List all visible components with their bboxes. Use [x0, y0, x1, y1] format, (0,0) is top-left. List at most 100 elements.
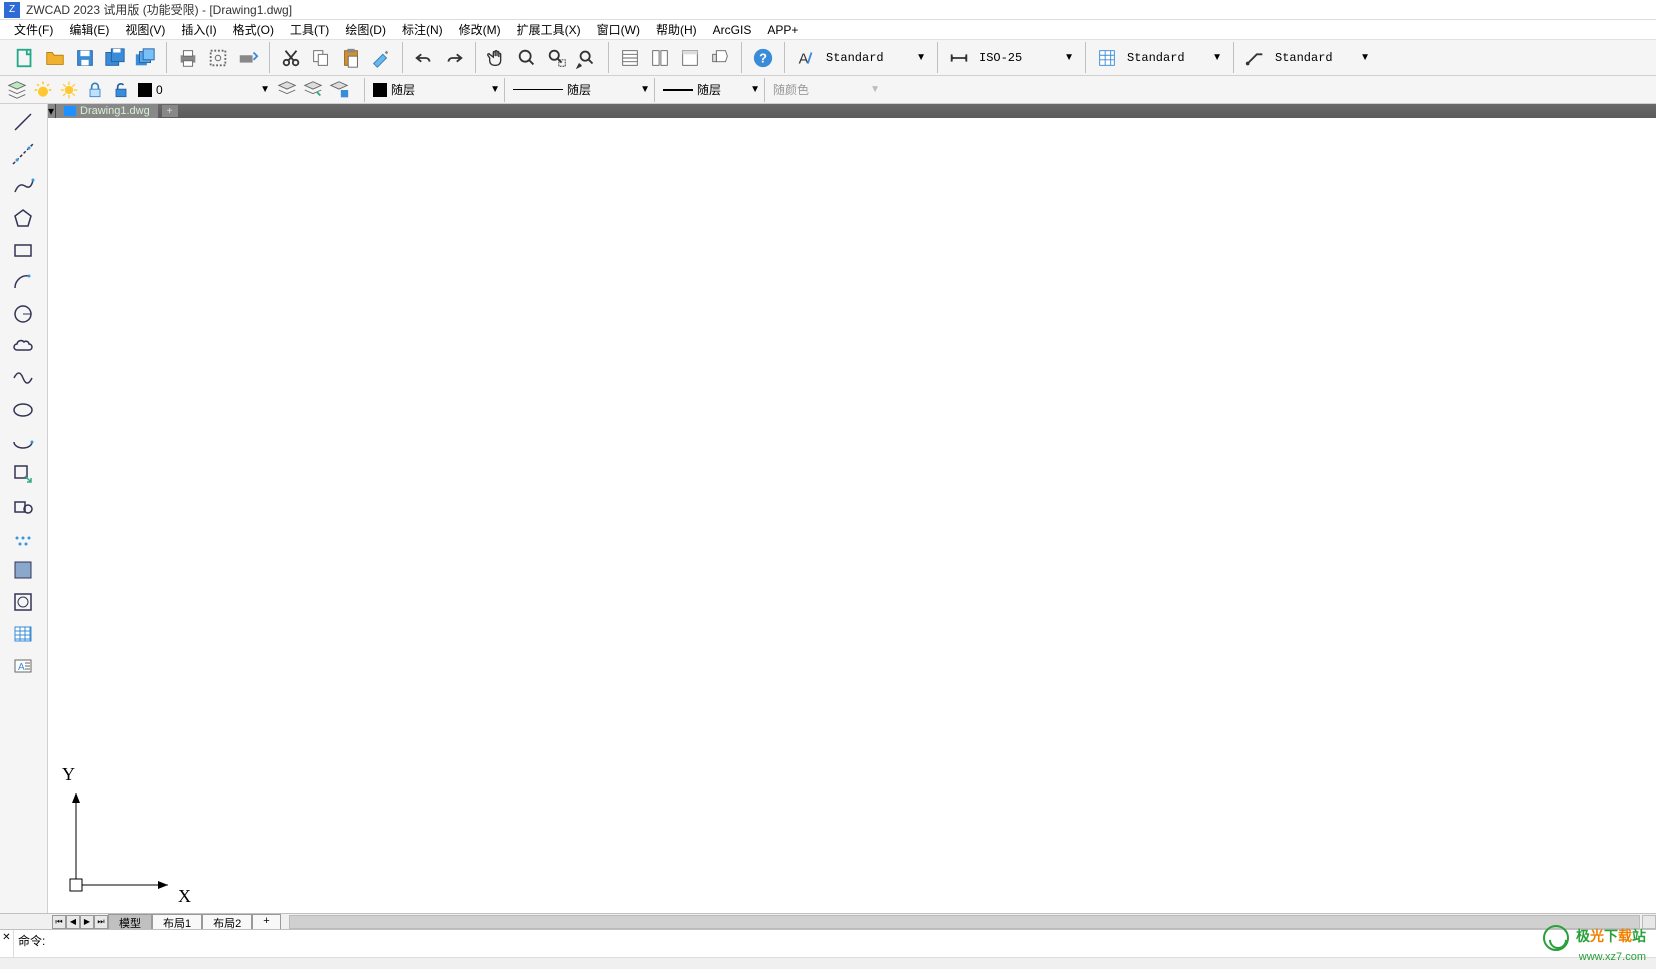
menu-app[interactable]: APP+ [761, 21, 804, 39]
color-combo[interactable]: 随层 ▼ [364, 78, 504, 102]
construction-line-button[interactable] [0, 138, 46, 170]
menu-draw[interactable]: 绘图(D) [339, 19, 392, 40]
cut-button[interactable] [276, 43, 306, 73]
tab-menu-button[interactable]: ▾ [48, 104, 56, 118]
print-preview-button[interactable] [203, 43, 233, 73]
layer-freeze-icon[interactable] [56, 77, 82, 103]
lineweight-combo[interactable]: 随层 ▼ [654, 78, 764, 102]
dropdown-icon: ▼ [916, 52, 926, 63]
saveall-button[interactable] [130, 43, 160, 73]
polygon-button[interactable] [0, 202, 46, 234]
layer-unlock-icon[interactable] [108, 77, 134, 103]
dim-style-combo[interactable]: ISO-25 ▼ [974, 48, 1079, 68]
table-style-icon[interactable] [1092, 43, 1122, 73]
nav-first-button[interactable]: ⏮ [52, 915, 66, 929]
tab-layout1[interactable]: 布局1 [152, 914, 202, 929]
ellipse-button[interactable] [0, 394, 46, 426]
command-close-button[interactable]: ✕ [0, 930, 14, 957]
revision-cloud-button[interactable] [0, 330, 46, 362]
menu-file[interactable]: 文件(F) [8, 19, 59, 40]
copy-button[interactable] [306, 43, 336, 73]
dim-style-icon[interactable] [944, 43, 974, 73]
layer-lock-icon[interactable] [82, 77, 108, 103]
paste-button[interactable] [336, 43, 366, 73]
drawing-canvas[interactable]: X Y [48, 118, 1656, 913]
undo-button[interactable] [409, 43, 439, 73]
publish-button[interactable] [233, 43, 263, 73]
menu-arcgis[interactable]: ArcGIS [707, 21, 758, 39]
mleader-style-icon[interactable] [1240, 43, 1270, 73]
layer-state-button[interactable] [300, 77, 326, 103]
tool-palettes-button[interactable] [675, 43, 705, 73]
hatch-button[interactable] [0, 554, 46, 586]
svg-text:?: ? [759, 50, 767, 65]
nav-prev-button[interactable]: ◀ [66, 915, 80, 929]
spline-button[interactable] [0, 362, 46, 394]
zoom-previous-button[interactable] [572, 43, 602, 73]
properties-button[interactable] [615, 43, 645, 73]
menu-help[interactable]: 帮助(H) [650, 19, 703, 40]
line-button[interactable] [0, 106, 46, 138]
open-button[interactable] [40, 43, 70, 73]
table-style-combo[interactable]: Standard ▼ [1122, 48, 1227, 68]
document-tab[interactable]: Drawing1.dwg [56, 104, 158, 118]
mtext-button[interactable]: A [0, 650, 46, 682]
text-style-icon[interactable]: A [791, 43, 821, 73]
match-properties-button[interactable] [366, 43, 396, 73]
tab-layout2[interactable]: 布局2 [202, 914, 252, 929]
menu-tools[interactable]: 工具(T) [284, 19, 335, 40]
mleader-style-combo[interactable]: Standard ▼ [1270, 48, 1375, 68]
make-block-button[interactable] [0, 490, 46, 522]
linetype-combo[interactable]: 随层 ▼ [504, 78, 654, 102]
circle-button[interactable] [0, 298, 46, 330]
command-input[interactable]: 命令: [14, 930, 1656, 957]
rectangle-button[interactable] [0, 234, 46, 266]
menu-modify[interactable]: 修改(M) [453, 19, 507, 40]
save-button[interactable] [70, 43, 100, 73]
point-button[interactable] [0, 522, 46, 554]
layer-combo[interactable]: 0 ▼ [134, 78, 274, 102]
arc-button[interactable] [0, 266, 46, 298]
title-bar: Z ZWCAD 2023 试用版 (功能受限) - [Drawing1.dwg] [0, 0, 1656, 20]
redo-button[interactable] [439, 43, 469, 73]
watermark-text: 极光下载站 [1576, 928, 1646, 944]
text-style-combo[interactable]: Standard ▼ [821, 48, 931, 68]
print-button[interactable] [173, 43, 203, 73]
insert-block-button[interactable] [0, 458, 46, 490]
color-swatch [373, 83, 387, 97]
gradient-button[interactable] [0, 586, 46, 618]
dropdown-icon: ▼ [870, 84, 880, 95]
new-tab-button[interactable]: + [162, 105, 178, 117]
menu-insert[interactable]: 插入(I) [175, 19, 222, 40]
nav-next-button[interactable]: ▶ [80, 915, 94, 929]
zoom-window-button[interactable] [542, 43, 572, 73]
command-prompt: 命令: [18, 934, 45, 948]
plotstyle-value: 随颜色 [773, 81, 809, 98]
layer-on-icon[interactable] [30, 77, 56, 103]
plotstyle-combo[interactable]: 随颜色 ▼ [764, 78, 884, 102]
standard-toolbar: ? A Standard ▼ ISO-25 ▼ Standard ▼ Stand… [0, 40, 1656, 76]
layer-walk-button[interactable] [326, 77, 352, 103]
zoom-button[interactable] [512, 43, 542, 73]
menu-window[interactable]: 窗口(W) [591, 19, 646, 40]
menu-dimension[interactable]: 标注(N) [396, 19, 449, 40]
tab-model[interactable]: 模型 [108, 914, 152, 929]
tab-add-layout[interactable]: + [252, 914, 280, 929]
menu-extend[interactable]: 扩展工具(X) [511, 19, 587, 40]
menu-edit[interactable]: 编辑(E) [63, 19, 115, 40]
horizontal-scrollbar[interactable] [289, 915, 1640, 929]
design-center-button[interactable] [645, 43, 675, 73]
layer-manager-button[interactable] [4, 77, 30, 103]
polyline-button[interactable] [0, 170, 46, 202]
sheet-set-button[interactable] [705, 43, 735, 73]
table-button[interactable] [0, 618, 46, 650]
nav-last-button[interactable]: ⏭ [94, 915, 108, 929]
new-button[interactable] [10, 43, 40, 73]
layer-previous-button[interactable] [274, 77, 300, 103]
saveas-button[interactable] [100, 43, 130, 73]
menu-format[interactable]: 格式(O) [227, 19, 280, 40]
menu-view[interactable]: 视图(V) [119, 19, 171, 40]
ellipse-arc-button[interactable] [0, 426, 46, 458]
help-button[interactable]: ? [748, 43, 778, 73]
pan-button[interactable] [482, 43, 512, 73]
